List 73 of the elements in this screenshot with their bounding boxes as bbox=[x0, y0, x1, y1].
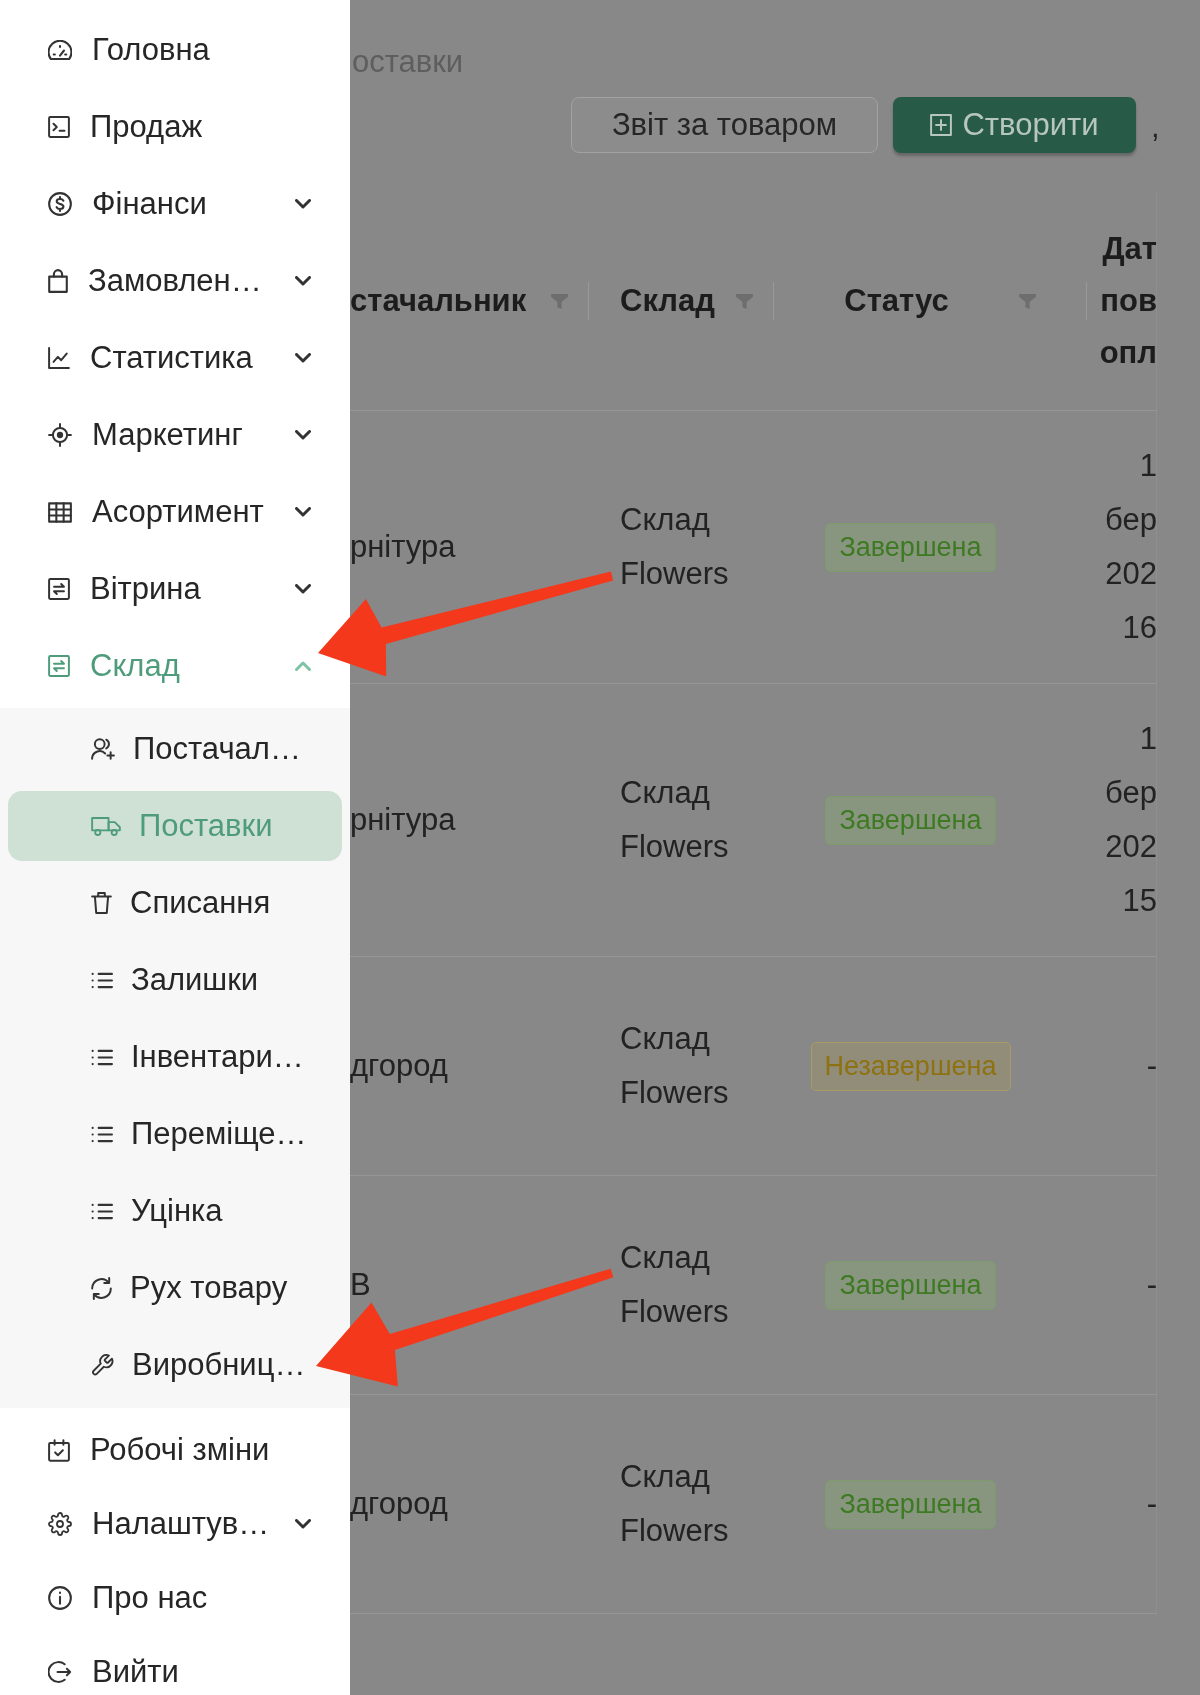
nav-group[interactable]: Фінанси bbox=[0, 184, 311, 224]
nav-group[interactable]: Статистика bbox=[0, 338, 311, 378]
table-cell-text: Склад Flowers bbox=[620, 1458, 730, 1550]
submenu-item[interactable]: Уцінка bbox=[8, 1176, 227, 1246]
submenu-item[interactable]: Списання bbox=[8, 868, 275, 938]
wrench-icon bbox=[91, 1353, 114, 1377]
target-icon bbox=[48, 423, 72, 447]
table-cell-text: - bbox=[1145, 1485, 1157, 1523]
status-badge: Незавершена bbox=[810, 1041, 1011, 1091]
submenu-item[interactable]: Переміще… bbox=[8, 1099, 311, 1169]
table-cell-text: 1 бер 202 16 bbox=[1104, 447, 1157, 647]
filter-icon[interactable] bbox=[1019, 293, 1036, 309]
table-cell-text: Склад Flowers bbox=[620, 774, 730, 866]
terminal-icon bbox=[48, 116, 70, 138]
nav-item[interactable]: Вийти bbox=[0, 1652, 311, 1692]
filter-icon[interactable] bbox=[736, 293, 753, 309]
report-button[interactable]: Звіт за товаром bbox=[571, 97, 878, 153]
list-icon bbox=[91, 1048, 113, 1066]
submenu-item[interactable]: Виробниц… bbox=[8, 1330, 310, 1400]
chart-icon bbox=[48, 347, 70, 369]
truck-icon bbox=[91, 816, 121, 836]
table-cell-text: Склад Flowers bbox=[620, 1020, 730, 1112]
table-cell-text: дгород bbox=[350, 1047, 449, 1085]
trash-icon bbox=[91, 892, 112, 914]
calendar-icon bbox=[48, 1438, 70, 1462]
nav-group[interactable]: Замовлен… bbox=[0, 261, 311, 301]
logout-icon bbox=[48, 1661, 72, 1683]
status-badge: Завершена bbox=[825, 1260, 996, 1310]
table-cell-text: - bbox=[1145, 1266, 1157, 1304]
list-icon bbox=[91, 971, 113, 989]
nav-group[interactable]: Вітрина bbox=[0, 569, 311, 609]
column-header: стачальник bbox=[350, 282, 528, 320]
table-cell-text: 1 бер 202 15 bbox=[1104, 720, 1157, 920]
swap-icon bbox=[48, 578, 70, 600]
status-badge: Завершена bbox=[825, 522, 996, 572]
info-icon bbox=[48, 1586, 72, 1610]
table-cell-text: Склад Flowers bbox=[620, 501, 730, 593]
filter-icon[interactable] bbox=[551, 293, 568, 309]
nav-group[interactable]: Асортимент bbox=[0, 492, 311, 532]
submenu-item[interactable]: Інвентари… bbox=[8, 1022, 308, 1092]
nav-item[interactable]: Продаж bbox=[0, 107, 311, 147]
list-icon bbox=[91, 1202, 113, 1220]
table-cell-text: рнітура bbox=[350, 528, 457, 566]
swap-icon bbox=[48, 655, 70, 677]
submenu-item[interactable]: Постачал… bbox=[8, 714, 305, 784]
list-icon bbox=[91, 1125, 113, 1143]
settings-icon bbox=[48, 1512, 72, 1536]
submenu-item[interactable]: Залишки bbox=[8, 945, 263, 1015]
nav-group[interactable]: Налаштув… bbox=[0, 1504, 311, 1544]
table-cell-text: - bbox=[1145, 1047, 1157, 1085]
status-badge: Завершена bbox=[825, 1479, 996, 1529]
refresh-icon bbox=[91, 1276, 112, 1300]
table-cell-text: дгород bbox=[350, 1485, 449, 1523]
column-header: Дат пов опл bbox=[1098, 230, 1157, 372]
cut-off-text: , bbox=[1151, 108, 1160, 146]
nav-item[interactable]: Головна bbox=[0, 30, 311, 70]
plus-square-icon bbox=[930, 114, 953, 136]
nav-item[interactable]: Робочі зміни bbox=[0, 1430, 311, 1470]
table-cell-text: В bbox=[350, 1266, 372, 1304]
nav-item[interactable]: Про нас bbox=[0, 1578, 311, 1618]
column-header: Склад bbox=[620, 282, 716, 320]
status-badge: Завершена bbox=[825, 795, 996, 845]
table-icon bbox=[48, 501, 72, 523]
dollar-icon bbox=[48, 192, 72, 216]
create-button[interactable]: Створити bbox=[893, 97, 1136, 153]
users-icon bbox=[91, 738, 115, 760]
nav-group[interactable]: Маркетинг bbox=[0, 415, 311, 455]
table-cell-text: рнітура bbox=[350, 801, 457, 839]
column-header: Статус bbox=[843, 282, 950, 320]
gauge-icon bbox=[48, 39, 72, 61]
bag-icon bbox=[48, 269, 68, 293]
submenu-item[interactable]: Рух товару bbox=[8, 1253, 292, 1323]
table-cell-text: Склад Flowers bbox=[620, 1239, 730, 1331]
